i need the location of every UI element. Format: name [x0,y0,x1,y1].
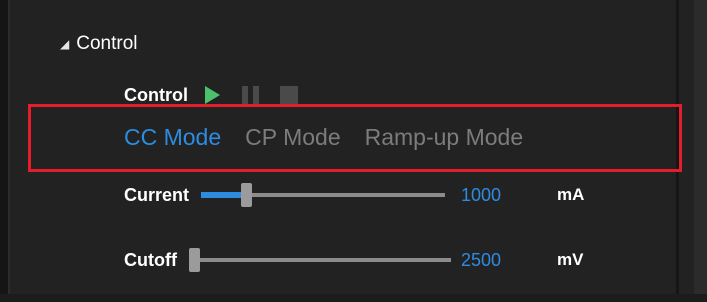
panel-left-edge [0,0,8,302]
slider-track [188,258,451,262]
pause-icon [242,86,249,104]
slider-fill [201,192,242,198]
mode-cp[interactable]: CP Mode [245,124,340,151]
stop-icon [279,86,298,104]
cutoff-value: 2500 [460,249,502,270]
control-panel: ◢ Control Control CC Mode CP Mode Ramp-u… [0,0,707,302]
current-unit: mA [557,185,585,204]
current-label: Current [124,184,190,205]
current-value: 1000 [461,184,502,205]
stop-button[interactable] [278,84,300,106]
mode-selector: CC Mode CP Mode Ramp-up Mode [124,124,523,151]
control-label: Control [124,84,188,105]
control-section-header[interactable]: ◢ Control [60,32,137,56]
cutoff-label: Cutoff [124,249,177,270]
panel-left-border [8,0,10,302]
panel-bottom-edge [0,294,707,302]
slider-thumb[interactable] [241,183,253,207]
mode-ramp-up[interactable]: Ramp-up Mode [365,124,524,151]
section-title: Control [76,33,138,54]
slider-thumb[interactable] [188,248,200,272]
play-icon [204,86,220,104]
scrollbar-gutter[interactable] [694,0,707,302]
current-slider[interactable] [201,181,446,209]
expanded-triangle-icon: ◢ [60,37,70,51]
cutoff-row: Cutoff 2500 mV [124,246,583,274]
pause-icon-bar [253,86,260,104]
cutoff-unit: mV [556,250,584,269]
cutoff-slider[interactable] [188,246,451,274]
mode-cc[interactable]: CC Mode [124,124,221,151]
pause-button[interactable] [240,84,262,106]
current-row: Current 1000 mA [124,181,584,209]
